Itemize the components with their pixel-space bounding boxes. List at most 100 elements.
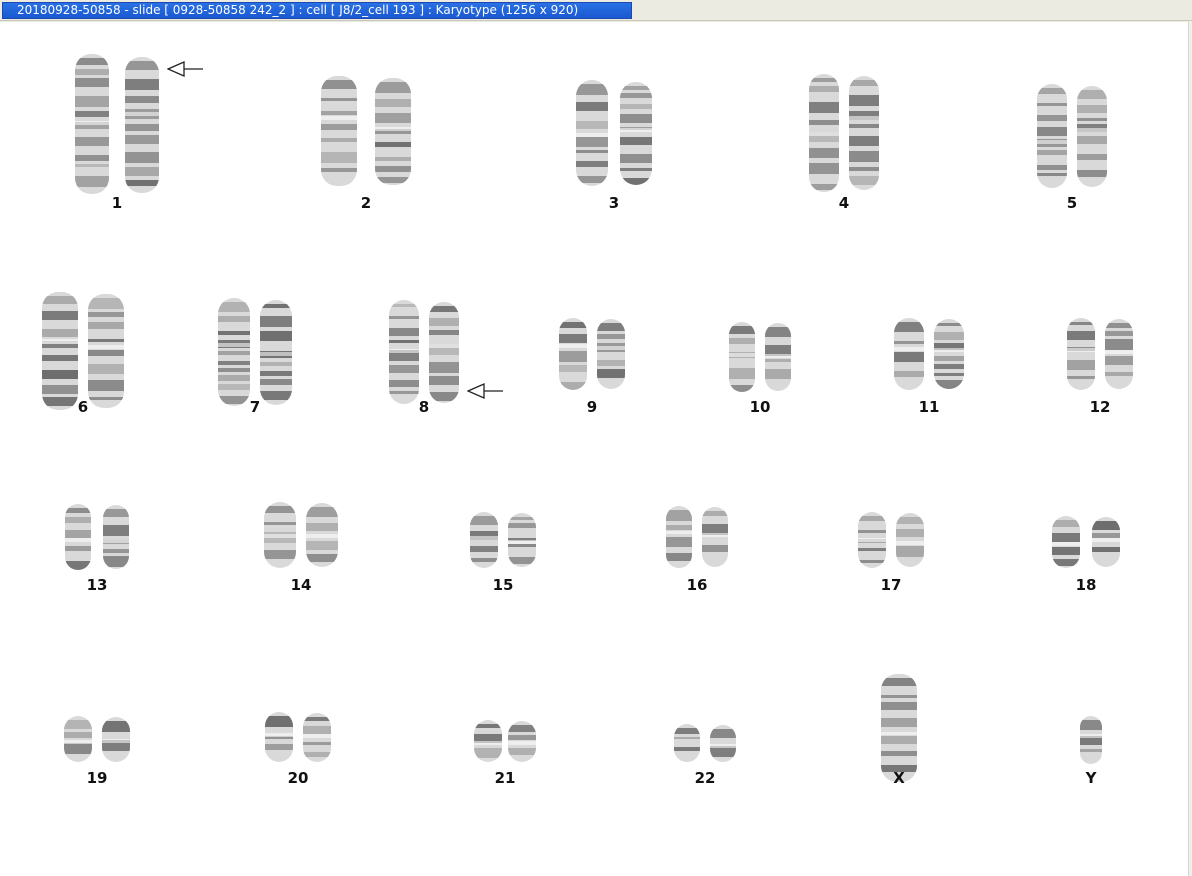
chromosome-label: 19 xyxy=(86,769,108,787)
centromere xyxy=(508,741,536,745)
chromosome-band xyxy=(218,375,250,381)
chromosome-band xyxy=(265,716,293,727)
chromosome-band xyxy=(429,362,459,373)
chromosome-band xyxy=(321,138,357,142)
chromosome-band xyxy=(620,93,652,98)
chromosome-band xyxy=(75,155,109,161)
chromosome-label: 15 xyxy=(492,576,514,594)
chromosome-band xyxy=(809,120,839,125)
chromosome-band xyxy=(1077,154,1107,160)
chromosome xyxy=(102,717,130,762)
chromosome xyxy=(597,319,625,389)
chromosome-band xyxy=(934,356,964,361)
chromosome-band xyxy=(1037,88,1067,94)
chromosome-band xyxy=(389,316,419,319)
centromere xyxy=(710,744,736,748)
karyotype-canvas: 1 2 3 4 5 6 7 8 9 10 11 12 13 14 15 16 17 18 19 20 21 22 X Y xyxy=(0,22,1188,876)
chromosome xyxy=(934,319,964,389)
chromosome-band xyxy=(42,385,78,394)
chromosome-band xyxy=(375,142,411,147)
chromosome-band xyxy=(1067,360,1095,370)
centromere xyxy=(65,538,91,542)
chromosome-band xyxy=(1080,720,1102,730)
chromosome-band xyxy=(42,370,78,379)
chromosome-label: 8 xyxy=(418,398,430,416)
centromere xyxy=(125,112,159,116)
chromosome-band xyxy=(125,180,159,186)
chromosome-band xyxy=(559,334,587,343)
chromosome-band xyxy=(597,323,625,331)
chromosome-band xyxy=(666,510,692,521)
chromosome-band xyxy=(1077,170,1107,177)
window-titlebar[interactable]: 20180928-50858 - slide [ 0928-50858 242_… xyxy=(0,0,1192,22)
chromosome-band xyxy=(125,96,159,103)
chromosome-band xyxy=(896,529,924,537)
chromosome-band xyxy=(103,509,129,517)
chromosome-band xyxy=(88,380,124,391)
chromosome-band xyxy=(1037,115,1067,121)
centromere xyxy=(620,128,652,132)
chromosome-band xyxy=(102,721,130,732)
chromosome-band xyxy=(576,176,608,183)
chromosome-band xyxy=(934,364,964,369)
chromosome-band xyxy=(75,137,109,146)
chromosome-band xyxy=(64,732,92,738)
chromosome-band xyxy=(559,322,587,328)
chromosome-band xyxy=(702,511,728,516)
chromosome xyxy=(1052,516,1080,568)
centromere xyxy=(265,733,293,737)
chromosome-band xyxy=(65,530,91,538)
chromosome-band xyxy=(265,744,293,750)
chromosome xyxy=(666,506,692,568)
chromosome-label: 2 xyxy=(360,194,372,212)
centromere xyxy=(260,352,292,356)
chromosome-band xyxy=(1067,331,1095,340)
chromosome-label: 22 xyxy=(694,769,716,787)
chromosome-band xyxy=(218,384,250,390)
chromosome-band xyxy=(858,560,886,563)
chromosome xyxy=(809,74,839,192)
chromosome-band xyxy=(881,735,917,744)
window-title[interactable]: 20180928-50858 - slide [ 0928-50858 242_… xyxy=(2,2,632,19)
chromosome-band xyxy=(375,177,411,183)
centromere xyxy=(702,533,728,537)
chromosome-band xyxy=(710,729,736,738)
chromosome-band xyxy=(125,167,159,176)
chromosome-band xyxy=(597,369,625,378)
chromosome-band xyxy=(75,78,109,87)
centromere xyxy=(1092,538,1120,542)
centromere xyxy=(934,348,964,352)
chromosome xyxy=(303,713,331,762)
chromosome-band xyxy=(849,124,879,128)
chromosome-band xyxy=(1037,173,1067,176)
chromosome-label: 12 xyxy=(1089,398,1111,416)
chromosome-band xyxy=(508,748,536,755)
chromosome-band xyxy=(103,525,129,536)
chromosome xyxy=(260,300,292,405)
chromosome-label: 18 xyxy=(1075,576,1097,594)
chromosome-band xyxy=(429,306,459,312)
chromosome-band xyxy=(858,548,886,551)
chromosome-band xyxy=(858,530,886,533)
titlebar-divider xyxy=(0,20,1192,21)
chromosome-band xyxy=(508,735,536,740)
chromosome-band xyxy=(576,102,608,111)
chromosome-band xyxy=(576,84,608,95)
chromosome xyxy=(125,57,159,193)
chromosome-band xyxy=(508,517,536,520)
chromosome-band xyxy=(849,151,879,162)
chromosome-band xyxy=(1052,547,1080,555)
chromosome-band xyxy=(260,316,292,327)
chromosome-band xyxy=(881,678,917,686)
chromosome-band xyxy=(620,104,652,109)
chromosome-label: 20 xyxy=(287,769,309,787)
chromosome-band xyxy=(849,136,879,146)
chromosome-band xyxy=(65,546,91,551)
chromosome-band xyxy=(1077,105,1107,113)
centromere xyxy=(264,534,296,538)
chromosome-band xyxy=(42,296,78,304)
chromosome-label: 10 xyxy=(749,398,771,416)
chromosome-band xyxy=(429,376,459,385)
chromosome-band xyxy=(1077,90,1107,99)
chromosome xyxy=(429,302,459,403)
